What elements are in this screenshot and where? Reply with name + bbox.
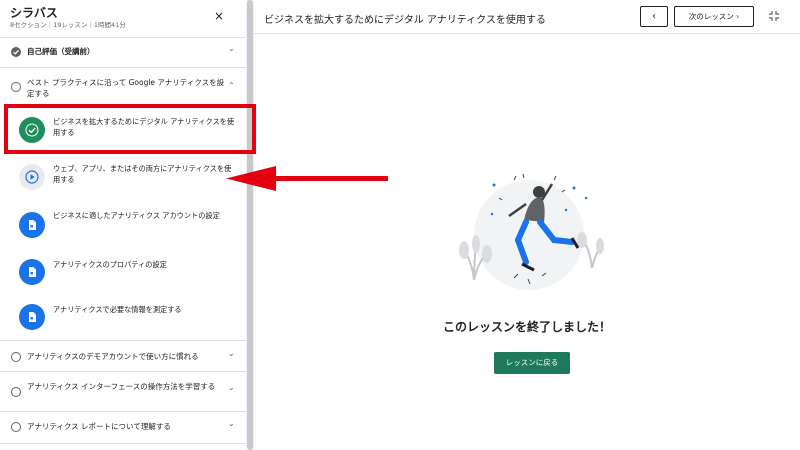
next-lesson-button[interactable]: 次のレッスン › <box>674 6 754 27</box>
return-to-lesson-button[interactable]: レッスンに戻る <box>494 352 570 374</box>
section-interface[interactable]: アナリティクス インターフェースの操作方法を学習する ⌄ <box>0 372 246 412</box>
expand-icon[interactable] <box>768 10 780 25</box>
section-reports[interactable]: アナリティクス レポートについて理解する ⌄ <box>0 412 246 444</box>
lesson-item-web-app[interactable]: ウェブ、アプリ、またはその両方にアナリティクスを使用する <box>0 158 246 198</box>
app-window: シラバス 8セクション｜19レッスン｜1時間41分 × 自己評価（受講前） ⌄ … <box>0 0 800 450</box>
chevron-down-icon[interactable]: ⌄ <box>228 419 235 428</box>
section-label: ベスト プラクティスに沿って Google アナリティクスを設定する <box>27 78 225 98</box>
radio-circle-icon <box>11 82 21 92</box>
lesson-label: ウェブ、アプリ、またはその両方にアナリティクスを使用する <box>53 164 232 184</box>
lesson-label: ビジネスに適したアナリティクス アカウントの設定 <box>53 211 220 220</box>
radio-circle-icon <box>11 422 21 432</box>
chevron-down-icon[interactable]: ⌄ <box>228 44 235 53</box>
section-label: アナリティクスのデモアカウントで使い方に慣れる <box>27 352 199 361</box>
page-title: ビジネスを拡大するためにデジタル アナリティクスを使用する <box>264 15 546 26</box>
syllabus-meta: 8セクション｜19レッスン｜1時間41分 <box>10 21 126 29</box>
check-circle-icon <box>11 47 21 57</box>
sidebar-header: シラバス 8セクション｜19レッスン｜1時間41分 × <box>0 0 246 38</box>
close-icon[interactable]: × <box>214 10 224 22</box>
lesson-item-account-setup[interactable]: ビジネスに適したアナリティクス アカウントの設定 <box>0 204 246 248</box>
section-self-assessment[interactable]: 自己評価（受講前） ⌄ <box>0 38 246 68</box>
syllabus-sidebar: シラバス 8セクション｜19レッスン｜1時間41分 × 自己評価（受講前） ⌄ … <box>0 0 246 450</box>
document-icon <box>19 304 45 330</box>
celebration-illustration <box>454 170 604 304</box>
lesson-item-property-setup[interactable]: アナリティクスのプロパティの設定 <box>0 254 246 298</box>
radio-circle-icon <box>11 352 21 362</box>
arrow-annotation-icon <box>226 166 390 196</box>
chevron-down-icon[interactable]: ⌄ <box>228 349 235 358</box>
document-icon <box>19 259 45 285</box>
chevron-down-icon[interactable]: ⌄ <box>228 383 235 392</box>
radio-circle-icon <box>11 387 21 397</box>
section-label: アナリティクス レポートについて理解する <box>27 422 171 431</box>
play-circle-icon <box>19 164 45 190</box>
section-demo-account[interactable]: アナリティクスのデモアカウントで使い方に慣れる ⌄ <box>0 340 246 372</box>
lesson-complete-message: このレッスンを終了しました！ <box>442 320 611 334</box>
chevron-up-icon[interactable]: ⌃ <box>228 81 235 90</box>
lesson-content: ビジネスを拡大するためにデジタル アナリティクスを使用する ‹ 次のレッスン › <box>254 0 800 450</box>
lesson-label: アナリティクスで必要な情報を測定する <box>53 305 182 314</box>
lesson-item-measure-info[interactable]: アナリティクスで必要な情報を測定する <box>0 300 246 340</box>
section-label: アナリティクス インターフェースの操作方法を学習する <box>27 382 216 391</box>
lesson-label: アナリティクスのプロパティの設定 <box>53 260 167 269</box>
highlight-annotation-box <box>4 104 256 154</box>
section-setup-analytics[interactable]: ベスト プラクティスに沿って Google アナリティクスを設定する ⌃ <box>0 68 246 105</box>
sidebar-scrollbar-thumb[interactable] <box>247 0 253 450</box>
lesson-top-bar: ビジネスを拡大するためにデジタル アナリティクスを使用する ‹ 次のレッスン › <box>254 0 800 34</box>
document-icon <box>19 212 45 238</box>
previous-lesson-button[interactable]: ‹ <box>640 6 668 27</box>
section-label: 自己評価（受講前） <box>27 47 95 56</box>
